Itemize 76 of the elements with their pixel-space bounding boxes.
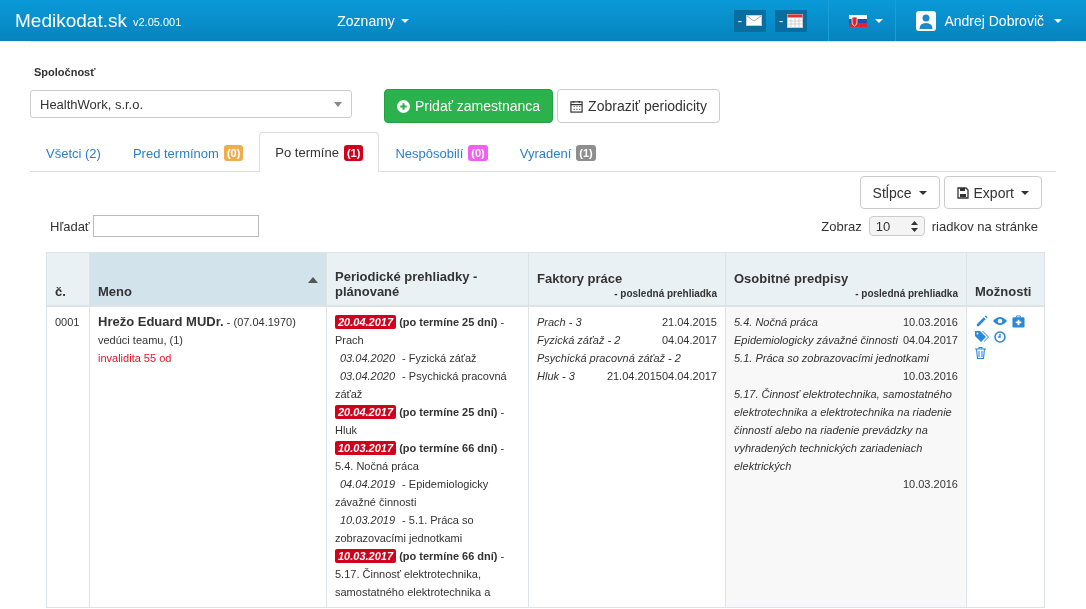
user-menu[interactable]: Andrej Dobrovič bbox=[916, 10, 1062, 31]
exam-date: 21.04.2015 bbox=[606, 369, 662, 384]
column-header[interactable]: Možnosti bbox=[966, 252, 1045, 306]
company-select[interactable]: HealthWork, s.r.o. bbox=[30, 90, 352, 118]
search-field[interactable] bbox=[92, 215, 259, 237]
exam-date: 04.04.2017 bbox=[661, 369, 717, 384]
factor-name: Psychická pracovná záťaž - 2 bbox=[537, 351, 681, 366]
medical-kit-icon[interactable] bbox=[1012, 314, 1025, 328]
job-role: vedúci teamu, (1) bbox=[98, 333, 184, 348]
plus-circle-icon bbox=[397, 99, 410, 113]
filter-tab[interactable]: Nespôsobilí (0) bbox=[379, 133, 504, 172]
count-badge: (1) bbox=[576, 145, 596, 161]
exam-date: 21.04.2015 bbox=[661, 315, 717, 330]
overdue-exam: 10.03.2017 (po termíne 66 dní) - 5.17. Činnosť elektrotechnika, samostatného elektrotechnika a bbox=[335, 548, 506, 600]
planned-exam: 03.04.2020 - Fyzická záťaž bbox=[339, 351, 478, 366]
column-header[interactable]: Meno bbox=[89, 252, 327, 306]
overdue-exam: 10.03.2017 (po termíne 66 dní) - 5.4. Nočná práca bbox=[335, 440, 506, 474]
factor-name: Prach - 3 bbox=[537, 315, 582, 330]
search-label: Hľadať bbox=[50, 218, 90, 234]
exam-date: 10.03.2016 bbox=[902, 477, 958, 492]
messages-button[interactable]: - bbox=[733, 9, 767, 32]
regulation-name: 5.1. Práca so zobrazovacími jednotkami bbox=[734, 351, 930, 366]
brand-logo[interactable]: Medikodat.sk bbox=[15, 9, 127, 32]
column-header[interactable]: Periodické prehliadky - plánované bbox=[326, 252, 529, 306]
planned-exam: 03.04.2020 - Psychická pracovná záťaž bbox=[335, 369, 508, 402]
exam-date: 04.04.2017 bbox=[902, 333, 958, 348]
count-badge: (0) bbox=[468, 145, 488, 161]
version-label: v2.05.001 bbox=[132, 16, 182, 28]
edit-icon[interactable] bbox=[975, 314, 988, 328]
overdue-exam: 20.04.2017 (po termíne 25 dní) - Prach bbox=[335, 314, 506, 348]
exam-date: 10.03.2016 bbox=[902, 315, 958, 330]
filter-tab[interactable]: Všetci (2) bbox=[30, 133, 117, 172]
disability-note: invalidita 55 od bbox=[98, 351, 173, 366]
calendar-button[interactable]: - bbox=[775, 9, 808, 32]
planned-exam: 04.04.2019 - Epidemiologicky závažné činnosti bbox=[335, 477, 490, 510]
column-header[interactable]: Osobitné predpisy - posledná prehliadka bbox=[725, 252, 967, 306]
factor-name: Hluk - 3 bbox=[537, 369, 575, 384]
trash-icon[interactable] bbox=[975, 347, 986, 359]
regulation-name: Epidemiologicky závažné činnosti bbox=[734, 333, 898, 348]
language-menu[interactable] bbox=[849, 14, 884, 27]
save-icon bbox=[956, 186, 969, 199]
employee-name[interactable]: Hrežo Eduard MUDr. bbox=[98, 314, 224, 329]
exam-date: 10.03.2016 bbox=[902, 369, 958, 384]
planned-exam: 10.03.2019 - 5.1. Práca so zobrazovacími jednotkami bbox=[335, 513, 475, 546]
birth-date: - (07.04.1970) bbox=[226, 316, 296, 328]
tags-icon[interactable] bbox=[975, 331, 989, 343]
company-label: Spoločnosť bbox=[34, 66, 97, 78]
user-icon bbox=[916, 10, 937, 31]
page-size-label: Zobraz bbox=[821, 218, 862, 234]
page-size-select[interactable]: 10 bbox=[868, 216, 925, 236]
row-number: 0001 bbox=[55, 316, 80, 328]
view-icon[interactable] bbox=[993, 316, 1007, 326]
updown-icon bbox=[910, 220, 918, 232]
columns-button[interactable]: Stĺpce bbox=[859, 176, 940, 209]
flag-icon bbox=[849, 14, 868, 27]
calendar-icon bbox=[787, 13, 804, 28]
column-header[interactable]: Faktory práce - posledná prehliadka bbox=[528, 252, 726, 306]
filter-tab[interactable]: Vyradení (1) bbox=[503, 133, 612, 172]
show-periodicity-button[interactable]: Zobraziť periodicity bbox=[557, 89, 720, 123]
exam-date: 04.04.2017 bbox=[661, 333, 717, 348]
filter-tab[interactable]: Po termíne (1) bbox=[259, 132, 380, 172]
lists-menu[interactable]: Zoznamy bbox=[337, 12, 409, 29]
count-badge: (0) bbox=[223, 145, 244, 161]
factor-name: Fyzická záťaž - 2 bbox=[537, 333, 621, 348]
regulation-name: 5.17. Činnosť elektrotechnika, samostatného elektrotechnika a elektrotechnika na riadenie činností alebo na riadenie prevádzky na vyhradených technických zariadeniach elektrických bbox=[734, 387, 953, 474]
page-size-suffix: riadkov na stránke bbox=[931, 218, 1038, 234]
filter-tab[interactable]: Pred termínom (0) bbox=[116, 133, 260, 172]
regulation-name: 5.4. Nočná práca bbox=[734, 315, 818, 330]
overdue-exam: 20.04.2017 (po termíne 25 dní) - Hluk bbox=[335, 404, 506, 438]
column-header[interactable]: č. bbox=[46, 252, 90, 306]
clock-icon[interactable] bbox=[994, 331, 1006, 343]
count-badge: (1) bbox=[343, 144, 364, 161]
envelope-icon bbox=[746, 15, 763, 26]
sort-ascending-icon bbox=[308, 277, 318, 283]
calendar-icon bbox=[570, 99, 584, 113]
export-button[interactable]: Export bbox=[943, 176, 1042, 209]
